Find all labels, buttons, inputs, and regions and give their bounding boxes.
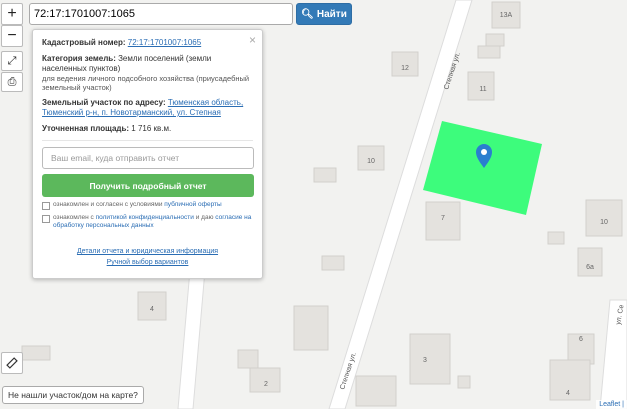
area-value: 1 716 кв.м. (131, 124, 172, 133)
find-button-label: Найти (316, 8, 347, 20)
leaflet-attribution[interactable]: Leaflet | (596, 400, 627, 409)
search-input[interactable] (30, 4, 292, 24)
manual-select-link[interactable]: Ручной выбор вариантов (42, 257, 253, 268)
house-number: 6 (579, 336, 583, 343)
offer-checkbox[interactable] (42, 202, 50, 210)
house-number: 13А (500, 12, 513, 19)
category-label: Категория земель: (42, 54, 116, 63)
find-button[interactable]: 🔍︎ Найти (296, 3, 352, 25)
category-row: Категория земель: Земли поселений (земли… (42, 54, 253, 92)
offer-link[interactable]: публичной оферты (164, 201, 221, 208)
area-row: Уточненная площадь: 1 716 кв.м. (42, 124, 253, 134)
house-number: 4 (150, 306, 154, 313)
house-number: 3 (423, 357, 427, 364)
parcel-info-popup: × Кадастровый номер: 72:17:1701007:1065 … (32, 29, 263, 279)
privacy-checkbox-row: ознакомлен с политикой конфиденциальност… (42, 214, 253, 230)
house-number: 10 (367, 158, 375, 165)
close-icon[interactable]: × (249, 33, 256, 47)
offer-checkbox-row: ознакомлен и согласен с условиями публич… (42, 201, 253, 210)
ruler-icon[interactable] (1, 352, 23, 374)
address-label: Земельный участок по адресу: (42, 98, 166, 107)
area-label: Уточненная площадь: (42, 124, 130, 133)
zoom-in-button[interactable]: + (1, 3, 23, 25)
search-box (29, 3, 293, 25)
report-details-link[interactable]: Детали отчета и юридическая информация (42, 246, 253, 257)
search-icon: 🔍︎ (301, 8, 314, 20)
house-number: 10 (600, 219, 608, 226)
popup-footer: Детали отчета и юридическая информация Р… (42, 246, 253, 268)
privacy-link[interactable]: политикой конфиденциальности (96, 214, 194, 221)
house-number: 11 (479, 86, 486, 93)
house-number: 2 (264, 381, 268, 388)
house-number: 4 (566, 390, 570, 397)
cadastral-link[interactable]: 72:17:1701007:1065 (128, 38, 201, 47)
house-number: 6а (586, 264, 594, 271)
not-found-button[interactable]: Не нашли участок/дом на карте? (2, 386, 144, 404)
offer-text: ознакомлен и согласен с условиями (53, 201, 163, 208)
fullscreen-icon[interactable]: ⤢ (1, 51, 23, 71)
privacy-text: ознакомлен с (53, 214, 94, 221)
zoom-out-button[interactable]: − (1, 25, 23, 47)
privacy-checkbox[interactable] (42, 215, 50, 223)
privacy-mid-text: и даю (195, 214, 214, 221)
email-field[interactable]: Ваш email, куда отправить отчет (42, 147, 254, 169)
divider (42, 140, 253, 141)
cadastral-label: Кадастровый номер: (42, 38, 126, 47)
category-sub: для ведения личного подсобного хозяйства… (42, 74, 250, 92)
address-row: Земельный участок по адресу: Тюменская о… (42, 98, 253, 118)
get-report-button[interactable]: Получить подробный отчет (42, 174, 254, 197)
print-icon[interactable]: ⎙ (1, 72, 23, 92)
house-number: 12 (401, 65, 409, 72)
house-number: 7 (441, 215, 445, 222)
cadastral-row: Кадастровый номер: 72:17:1701007:1065 (42, 38, 253, 48)
